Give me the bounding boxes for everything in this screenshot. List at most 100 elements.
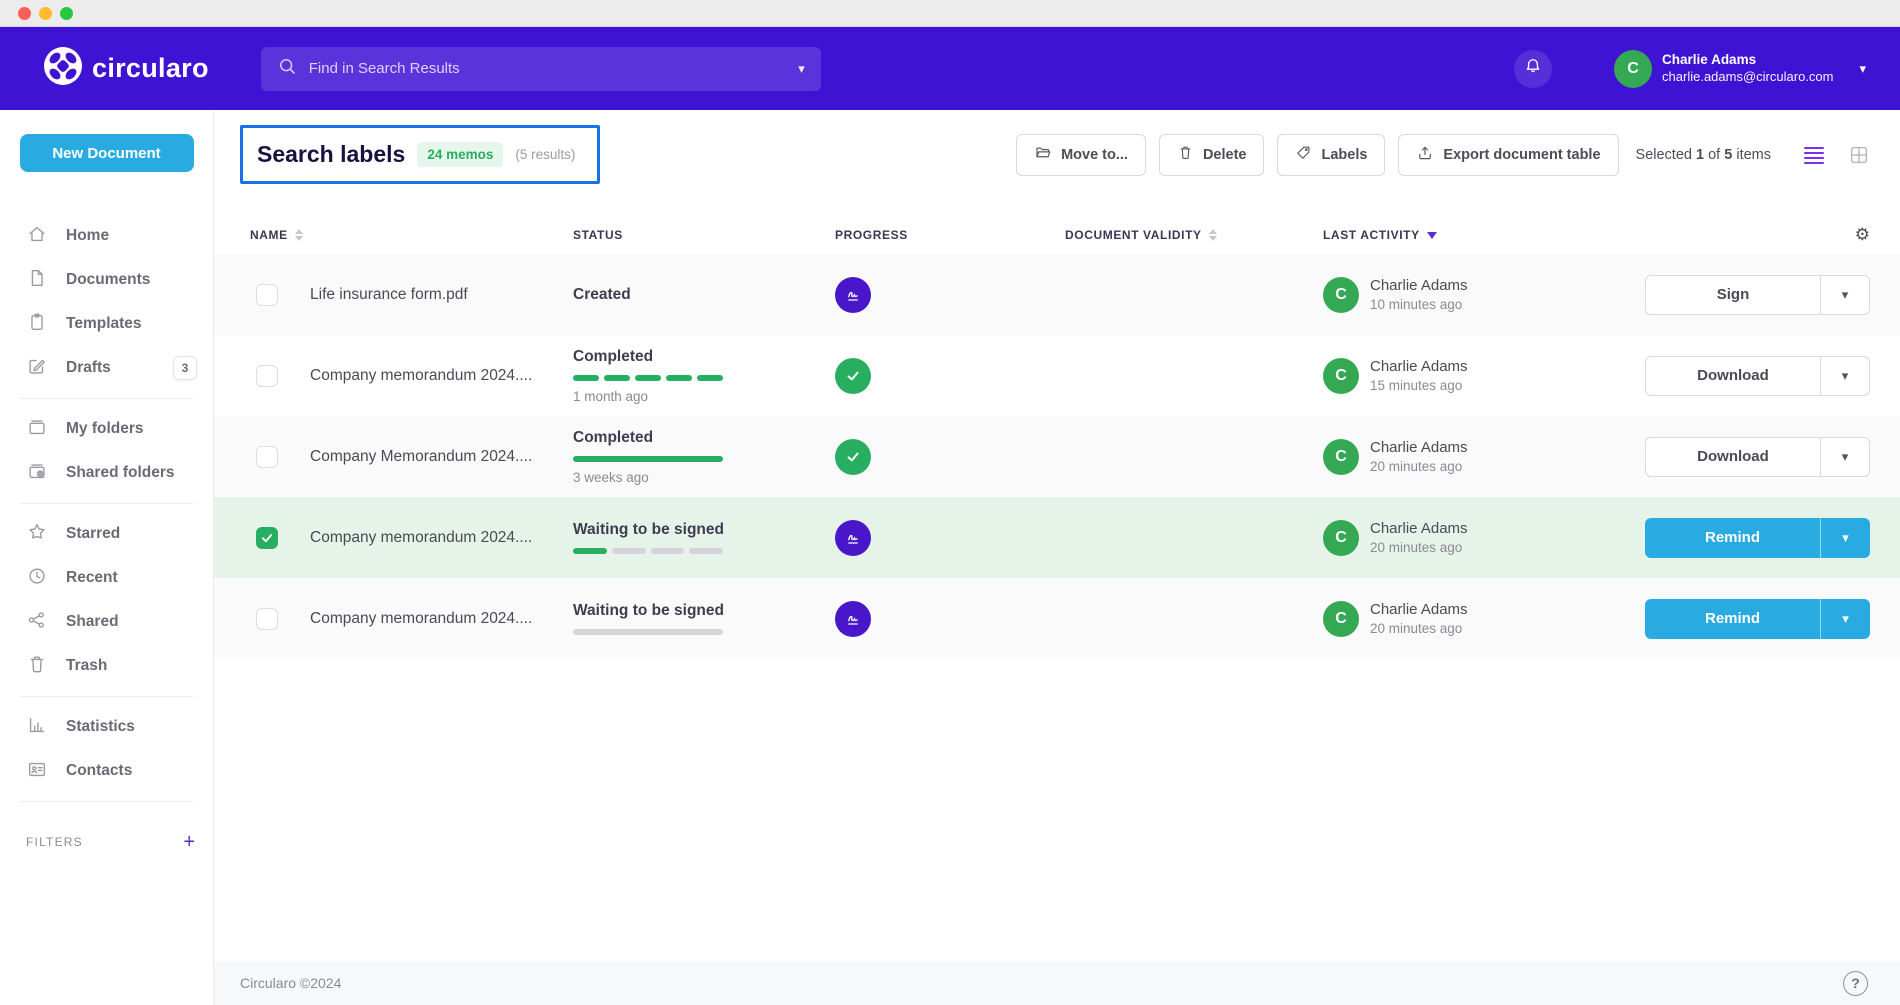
column-header-name[interactable]: NAME	[240, 228, 573, 242]
table-settings-gear-icon[interactable]: ⚙	[1830, 225, 1870, 245]
copyright-text: Circularo ©2024	[240, 975, 341, 991]
clipboard-icon	[26, 311, 48, 338]
sidebar-divider	[20, 398, 193, 399]
activity-time: 10 minutes ago	[1370, 297, 1468, 312]
logo[interactable]: circularo	[44, 47, 209, 90]
sort-icon[interactable]	[1209, 229, 1217, 241]
new-document-button[interactable]: New Document	[20, 134, 194, 172]
add-filter-button[interactable]: +	[183, 832, 195, 852]
folder-icon	[26, 416, 48, 443]
row-action-caret[interactable]: ▾	[1820, 437, 1870, 477]
document-name[interactable]: Life insurance form.pdf	[296, 286, 573, 304]
bulk-actions-toolbar: Move to... Delete Labels Export document…	[1016, 134, 1870, 176]
table-row[interactable]: Company memorandum 2024.... Completed 1 …	[214, 335, 1900, 416]
document-icon	[26, 267, 48, 294]
activity-user: Charlie Adams	[1370, 601, 1468, 618]
column-header-progress[interactable]: PROGRESS	[835, 228, 1065, 242]
sidebar-item-documents[interactable]: Documents	[0, 258, 213, 302]
progress-icon-wrap[interactable]	[835, 358, 871, 394]
document-name[interactable]: Company memorandum 2024....	[296, 610, 573, 628]
memos-label-badge[interactable]: 24 memos	[417, 142, 503, 167]
window-minimize-button[interactable]	[39, 7, 52, 20]
progress-icon-wrap[interactable]	[835, 601, 871, 637]
activity-user: Charlie Adams	[1370, 439, 1468, 456]
pencil-square-icon	[26, 355, 48, 382]
app-header: circularo ▾ C	[0, 27, 1900, 110]
activity-time: 20 minutes ago	[1370, 459, 1468, 474]
search-scope-caret-icon[interactable]: ▾	[798, 61, 805, 77]
sidebar-item-label: My folders	[66, 420, 144, 438]
row-checkbox[interactable]	[256, 284, 278, 306]
table-row[interactable]: Life insurance form.pdf Created C Charli…	[214, 254, 1900, 335]
row-action-caret[interactable]: ▾	[1820, 599, 1870, 639]
user-menu[interactable]: C Charlie Adams charlie.adams@circularo.…	[1614, 50, 1866, 88]
column-header-activity[interactable]: LAST ACTIVITY	[1323, 228, 1830, 242]
row-action-button[interactable]: Remind	[1645, 599, 1820, 639]
row-action-caret[interactable]: ▾	[1820, 518, 1870, 558]
main-content: Search labels 24 memos (5 results) Move …	[214, 110, 1900, 1005]
sidebar-item-templates[interactable]: Templates	[0, 302, 213, 346]
row-checkbox[interactable]	[256, 365, 278, 387]
row-action-button[interactable]: Download	[1645, 356, 1820, 396]
sidebar-item-trash[interactable]: Trash	[0, 644, 213, 688]
header-right: C Charlie Adams charlie.adams@circularo.…	[1514, 50, 1866, 88]
row-checkbox[interactable]	[256, 608, 278, 630]
status-label: Waiting to be signed	[573, 602, 835, 620]
sidebar-item-my-folders[interactable]: My folders	[0, 407, 213, 451]
sidebar-item-recent[interactable]: Recent	[0, 556, 213, 600]
status-label: Completed	[573, 348, 835, 366]
user-avatar: C	[1614, 50, 1652, 88]
progress-icon-wrap[interactable]	[835, 439, 871, 475]
window-zoom-button[interactable]	[60, 7, 73, 20]
row-checkbox[interactable]	[256, 527, 278, 549]
sidebar-item-drafts[interactable]: Drafts 3	[0, 346, 213, 390]
table-row[interactable]: Company memorandum 2024.... Waiting to b…	[214, 578, 1900, 659]
export-icon	[1416, 144, 1434, 166]
sidebar-divider	[20, 696, 193, 697]
sidebar-item-contacts[interactable]: Contacts	[0, 749, 213, 793]
move-to-button[interactable]: Move to...	[1016, 134, 1146, 176]
sidebar-item-label: Home	[66, 227, 109, 245]
table-row[interactable]: Company Memorandum 2024.... Completed 3 …	[214, 416, 1900, 497]
row-action-button[interactable]: Download	[1645, 437, 1820, 477]
activity-avatar: C	[1323, 520, 1359, 556]
delete-button[interactable]: Delete	[1159, 134, 1265, 176]
activity-time: 20 minutes ago	[1370, 540, 1468, 555]
row-action: Download ▾	[1645, 437, 1870, 477]
home-icon	[26, 223, 48, 250]
logo-text: circularo	[92, 53, 209, 84]
row-action-caret[interactable]: ▾	[1820, 275, 1870, 315]
sidebar-item-starred[interactable]: Starred	[0, 512, 213, 556]
notifications-button[interactable]	[1514, 50, 1552, 88]
window-close-button[interactable]	[18, 7, 31, 20]
search-input[interactable]	[309, 60, 790, 77]
sidebar: New Document Home Documents Templates Dr…	[0, 110, 214, 1005]
progress-icon-wrap[interactable]	[835, 520, 871, 556]
activity-time: 20 minutes ago	[1370, 621, 1468, 636]
row-action-caret[interactable]: ▾	[1820, 356, 1870, 396]
global-search[interactable]: ▾	[261, 47, 821, 91]
export-table-button[interactable]: Export document table	[1398, 134, 1618, 176]
row-action-button[interactable]: Remind	[1645, 518, 1820, 558]
sidebar-item-shared[interactable]: Shared	[0, 600, 213, 644]
progress-icon-wrap[interactable]	[835, 277, 871, 313]
grid-view-button[interactable]	[1848, 144, 1870, 166]
row-checkbox[interactable]	[256, 446, 278, 468]
sidebar-item-label: Contacts	[66, 762, 132, 780]
document-name[interactable]: Company Memorandum 2024....	[296, 448, 573, 466]
sort-icon[interactable]	[295, 229, 303, 241]
sidebar-item-shared-folders[interactable]: Shared folders	[0, 451, 213, 495]
sort-desc-icon[interactable]	[1427, 232, 1437, 239]
table-row[interactable]: Company memorandum 2024.... Waiting to b…	[214, 497, 1900, 578]
row-action-button[interactable]: Sign	[1645, 275, 1820, 315]
column-header-validity[interactable]: DOCUMENT VALIDITY	[1065, 228, 1323, 242]
help-button[interactable]: ?	[1843, 971, 1868, 996]
sidebar-item-home[interactable]: Home	[0, 214, 213, 258]
labels-button[interactable]: Labels	[1277, 134, 1385, 176]
document-name[interactable]: Company memorandum 2024....	[296, 367, 573, 385]
document-name[interactable]: Company memorandum 2024....	[296, 529, 573, 547]
list-view-button[interactable]	[1802, 145, 1826, 165]
column-header-status[interactable]: STATUS	[573, 228, 835, 242]
bar-chart-icon	[26, 714, 48, 741]
sidebar-item-statistics[interactable]: Statistics	[0, 705, 213, 749]
